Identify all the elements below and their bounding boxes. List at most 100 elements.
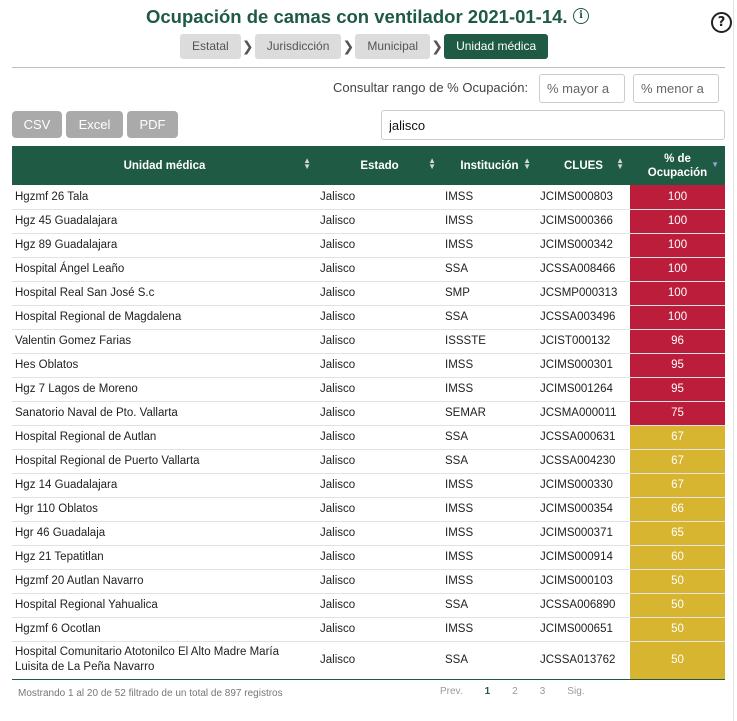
- cell-unidad: Hospital Regional de Autlan: [12, 425, 317, 450]
- cell-unidad: Hospital Real San José S.c: [12, 281, 317, 306]
- table-row: Hospital Ángel Leaño Jalisco SSA JCSSA00846…: [12, 257, 725, 282]
- table-info: Mostrando 1 al 20 de 52 filtrado de un t…: [18, 688, 283, 699]
- pagination-page-2[interactable]: 2: [512, 686, 518, 697]
- column-header-unidad[interactable]: Unidad médica ▲ ▼: [12, 146, 317, 185]
- pagination-prev[interactable]: Prev.: [440, 686, 463, 697]
- column-header-clues[interactable]: CLUES ▲ ▼: [537, 146, 630, 185]
- cell-institucion: IMSS: [442, 185, 537, 210]
- cell-unidad: Hgzmf 20 Autlan Navarro: [12, 569, 317, 594]
- breadcrumb-estatal[interactable]: Estatal: [180, 34, 241, 59]
- range-max-input[interactable]: [633, 74, 719, 103]
- cell-institucion: IMSS: [442, 377, 537, 402]
- cell-institucion: IMSS: [442, 569, 537, 594]
- cell-estado: Jalisco: [317, 641, 442, 680]
- cell-estado: Jalisco: [317, 521, 442, 546]
- table-row: Hgr 46 Guadalaja Jalisco IMSS JCIMS000371 65: [12, 521, 725, 546]
- pdf-export-button[interactable]: PDF: [127, 111, 178, 138]
- cell-estado: Jalisco: [317, 401, 442, 426]
- divider: [12, 67, 725, 68]
- cell-estado: Jalisco: [317, 281, 442, 306]
- chevron-right-icon: ❯: [431, 38, 443, 55]
- cell-unidad: Hes Oblatos: [12, 353, 317, 378]
- column-header-institucion[interactable]: Institución ▲ ▼: [442, 146, 537, 185]
- cell-unidad: Sanatorio Naval de Pto. Vallarta: [12, 401, 317, 426]
- table-row: Valentin Gomez Farias Jalisco ISSSTE JCIST0…: [12, 329, 725, 354]
- cell-clues: JCIMS001264: [537, 377, 630, 402]
- cell-ocupacion: 100: [630, 233, 725, 258]
- cell-estado: Jalisco: [317, 329, 442, 354]
- pagination: Prev. 1 2 3 Sig.: [440, 686, 607, 697]
- help-icon[interactable]: ?: [711, 12, 732, 33]
- cell-institucion: SSA: [442, 449, 537, 474]
- cell-clues: JCIMS000301: [537, 353, 630, 378]
- cell-clues: JCIMS000366: [537, 209, 630, 234]
- cell-clues: JCIST000132: [537, 329, 630, 354]
- range-min-input[interactable]: [539, 74, 625, 103]
- cell-ocupacion: 100: [630, 209, 725, 234]
- excel-export-button[interactable]: Excel: [66, 111, 123, 138]
- cell-estado: Jalisco: [317, 185, 442, 210]
- column-header-estado[interactable]: Estado ▲ ▼: [317, 146, 442, 185]
- cell-ocupacion: 100: [630, 281, 725, 306]
- cell-unidad: Hospital Regional de Magdalena: [12, 305, 317, 330]
- cell-ocupacion: 50: [630, 641, 725, 680]
- breadcrumb-unidad-medica[interactable]: Unidad médica: [444, 34, 549, 59]
- pagination-page-3[interactable]: 3: [540, 686, 546, 697]
- csv-export-button[interactable]: CSV: [12, 111, 62, 138]
- range-filter-label: Consultar rango de % Ocupación:: [333, 80, 529, 95]
- table-row: Hospital Regional de Puerto Vallarta Jali…: [12, 449, 725, 474]
- cell-estado: Jalisco: [317, 473, 442, 498]
- cell-estado: Jalisco: [317, 353, 442, 378]
- table-row: Hgzmf 6 Ocotlan Jalisco IMSS JCIMS000651 50: [12, 617, 725, 642]
- column-header-ocupacion[interactable]: % de Ocupación ▼: [630, 146, 725, 185]
- cell-clues: JCSSA003496: [537, 305, 630, 330]
- cell-ocupacion: 66: [630, 497, 725, 522]
- cell-clues: JCIMS000914: [537, 545, 630, 570]
- cell-unidad: Hgz 45 Guadalajara: [12, 209, 317, 234]
- data-table: Unidad médica ▲ ▼ Estado ▲ ▼ Institución ▲ ▼ C…: [12, 146, 725, 680]
- breadcrumb-municipal[interactable]: Municipal: [355, 34, 431, 59]
- cell-clues: JCSSA008466: [537, 257, 630, 282]
- cell-unidad: Hospital Regional de Puerto Vallarta: [12, 449, 317, 474]
- table-row: Hospital Regional de Magdalena Jalisco SSA…: [12, 305, 725, 330]
- page-edge-divider: [733, 0, 734, 721]
- cell-unidad: Hgz 14 Guadalajara: [12, 473, 317, 498]
- cell-estado: Jalisco: [317, 305, 442, 330]
- cell-clues: JCIMS000330: [537, 473, 630, 498]
- cell-estado: Jalisco: [317, 257, 442, 282]
- info-icon[interactable]: i: [573, 8, 589, 24]
- cell-estado: Jalisco: [317, 377, 442, 402]
- cell-ocupacion: 50: [630, 593, 725, 618]
- table-row: Hgz 21 Tepatitlan Jalisco IMSS JCIMS000914 6…: [12, 545, 725, 570]
- table-row: Hgz 89 Guadalajara Jalisco IMSS JCIMS000342…: [12, 233, 725, 258]
- pagination-next[interactable]: Sig.: [567, 686, 584, 697]
- cell-institucion: ISSSTE: [442, 329, 537, 354]
- sort-icon: ▲ ▼: [428, 156, 436, 171]
- cell-institucion: IMSS: [442, 473, 537, 498]
- cell-unidad: Hgz 89 Guadalajara: [12, 233, 317, 258]
- cell-unidad: Hgr 110 Oblatos: [12, 497, 317, 522]
- cell-ocupacion: 95: [630, 353, 725, 378]
- page-title: Ocupación de camas con ventilador 2021-0…: [146, 6, 568, 27]
- search-input[interactable]: [381, 110, 725, 140]
- sort-icon: ▲ ▼: [523, 156, 531, 171]
- chevron-right-icon: ❯: [241, 38, 254, 55]
- cell-institucion: IMSS: [442, 209, 537, 234]
- pagination-page-1[interactable]: 1: [485, 686, 491, 697]
- breadcrumb-jurisdiccion[interactable]: Jurisdicción: [254, 34, 342, 59]
- cell-ocupacion: 67: [630, 425, 725, 450]
- cell-institucion: SSA: [442, 305, 537, 330]
- cell-unidad: Hospital Comunitario Atotonilco El Alto …: [12, 641, 317, 680]
- cell-ocupacion: 50: [630, 569, 725, 594]
- table-row: Hgz 45 Guadalajara Jalisco IMSS JCIMS000366…: [12, 209, 725, 234]
- cell-institucion: SSA: [442, 593, 537, 618]
- cell-ocupacion: 50: [630, 617, 725, 642]
- cell-estado: Jalisco: [317, 497, 442, 522]
- cell-clues: JCIMS000342: [537, 233, 630, 258]
- cell-clues: JCIMS000651: [537, 617, 630, 642]
- sort-desc-icon: ▼: [711, 160, 719, 169]
- cell-estado: Jalisco: [317, 425, 442, 450]
- cell-unidad: Hospital Regional Yahualica: [12, 593, 317, 618]
- cell-unidad: Hospital Ángel Leaño: [12, 257, 317, 282]
- cell-institucion: IMSS: [442, 353, 537, 378]
